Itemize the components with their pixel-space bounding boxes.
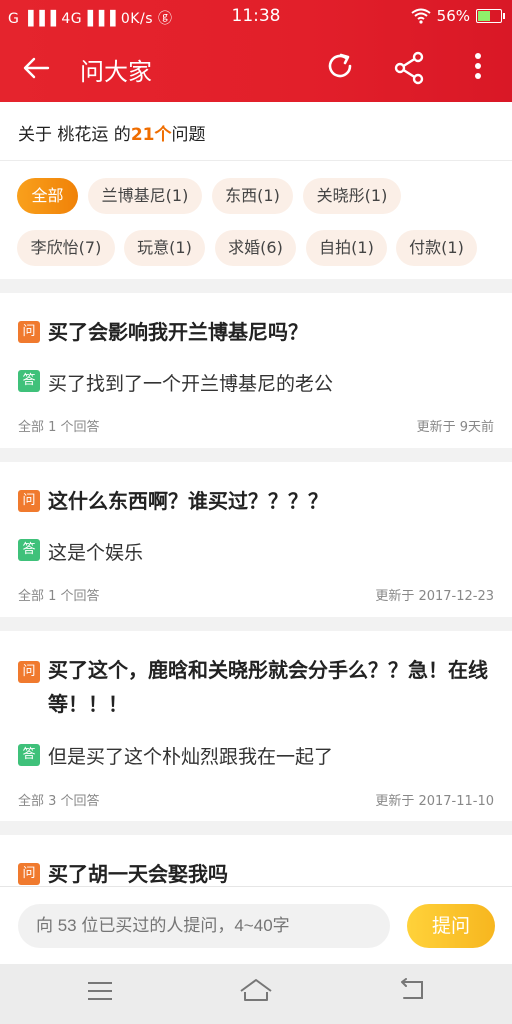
system-navigation-bar bbox=[0, 964, 512, 1024]
question-text[interactable]: 买了这个，鹿晗和关晓彤就会分手么？？急！在线等！！！ bbox=[48, 653, 490, 721]
tag-proposal[interactable]: 求婚(6) bbox=[215, 230, 296, 266]
question-card[interactable]: 问 这什么东西啊？谁买过？？？？ 答 这是个娱乐 全部 1 个回答 更新于 20… bbox=[0, 462, 512, 617]
tag-toy[interactable]: 玩意(1) bbox=[124, 230, 205, 266]
tag-guan-xiaotong[interactable]: 关晓彤(1) bbox=[303, 178, 401, 214]
answer-text[interactable]: 这是个娱乐 bbox=[48, 538, 143, 565]
answers-count[interactable]: 全部 1 个回答 bbox=[18, 585, 100, 604]
summary-prefix: 关于 桃花运 的 bbox=[18, 125, 131, 145]
updated-time: 更新于 9天前 bbox=[416, 420, 494, 435]
share-icon[interactable] bbox=[392, 50, 428, 86]
tag-filter-list: 全部 兰博基尼(1) 东西(1) 关晓彤(1) 李欣怡(7) 玩意(1) 求婚(… bbox=[0, 161, 512, 279]
ask-question-input[interactable] bbox=[18, 904, 390, 948]
question-badge: 问 bbox=[18, 661, 40, 683]
navigation-bar: 问大家 bbox=[0, 34, 512, 102]
summary-suffix: 问题 bbox=[171, 125, 206, 145]
answer-text[interactable]: 但是买了这个朴灿烈跟我在一起了 bbox=[48, 742, 333, 769]
answer-text[interactable]: 买了找到了一个开兰博基尼的老公 bbox=[48, 369, 333, 396]
tag-li-xinyi[interactable]: 李欣怡(7) bbox=[17, 230, 115, 266]
back-arrow-icon[interactable] bbox=[22, 54, 56, 84]
question-summary: 关于 桃花运 的21个问题 bbox=[0, 102, 512, 161]
question-text[interactable]: 买了会影响我开兰博基尼吗？ bbox=[48, 315, 490, 349]
question-count: 21个 bbox=[130, 125, 172, 145]
question-card[interactable]: 问 买了这个，鹿晗和关晓彤就会分手么？？急！在线等！！！ 答 但是买了这个朴灿烈… bbox=[0, 631, 512, 821]
question-text[interactable]: 买了胡一天会娶我吗 bbox=[48, 857, 490, 886]
battery-percent: 56% bbox=[436, 7, 470, 25]
question-badge: 问 bbox=[18, 863, 40, 885]
more-options-icon[interactable] bbox=[464, 50, 492, 86]
refresh-icon[interactable] bbox=[322, 50, 358, 86]
tag-selfie[interactable]: 自拍(1) bbox=[306, 230, 387, 266]
status-bar: G ▐▐▐ 4G▐▐▐ 0K/s ⓖ 11:38 56% bbox=[0, 0, 512, 34]
tag-payment[interactable]: 付款(1) bbox=[396, 230, 477, 266]
ask-bar: 提问 bbox=[0, 886, 512, 965]
wifi-icon bbox=[411, 8, 431, 24]
battery-icon bbox=[476, 9, 505, 23]
ask-button[interactable]: 提问 bbox=[407, 904, 495, 948]
answers-count[interactable]: 全部 1 个回答 bbox=[18, 416, 100, 435]
menu-icon[interactable] bbox=[80, 978, 120, 1010]
question-card[interactable]: 问 买了胡一天会娶我吗 bbox=[0, 835, 512, 886]
question-badge: 问 bbox=[18, 321, 40, 343]
updated-time: 更新于 2017-12-23 bbox=[375, 589, 494, 604]
tag-lamborghini[interactable]: 兰博基尼(1) bbox=[88, 178, 202, 214]
question-badge: 问 bbox=[18, 490, 40, 512]
answers-count[interactable]: 全部 3 个回答 bbox=[18, 790, 100, 809]
tag-all[interactable]: 全部 bbox=[17, 178, 78, 214]
tag-thing[interactable]: 东西(1) bbox=[212, 178, 293, 214]
status-right: 56% bbox=[411, 7, 505, 25]
top-bar: G ▐▐▐ 4G▐▐▐ 0K/s ⓖ 11:38 56% 问大家 bbox=[0, 0, 512, 102]
question-card[interactable]: 问 买了会影响我开兰博基尼吗？ 答 买了找到了一个开兰博基尼的老公 全部 1 个… bbox=[0, 293, 512, 448]
question-text[interactable]: 这什么东西啊？谁买过？？？？ bbox=[48, 484, 490, 518]
answer-badge: 答 bbox=[18, 744, 40, 766]
back-nav-icon[interactable] bbox=[392, 978, 432, 1010]
summary-text: 关于 桃花运 的21个问题 bbox=[18, 120, 205, 145]
updated-time: 更新于 2017-11-10 bbox=[375, 794, 494, 809]
answer-badge: 答 bbox=[18, 539, 40, 561]
home-icon[interactable] bbox=[236, 978, 276, 1010]
page-title: 问大家 bbox=[80, 58, 152, 86]
answer-badge: 答 bbox=[18, 370, 40, 392]
